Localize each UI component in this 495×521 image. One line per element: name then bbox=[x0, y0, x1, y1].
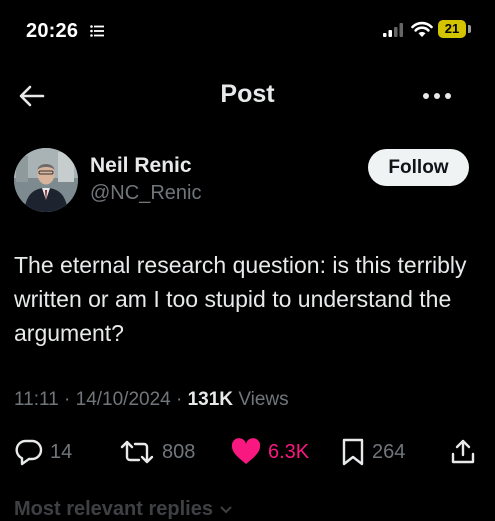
status-bar: 20:26 21 bbox=[0, 0, 495, 62]
bookmark-count: 264 bbox=[372, 440, 406, 463]
repost-icon bbox=[120, 440, 154, 464]
bookmark-button[interactable]: 264 bbox=[340, 432, 405, 472]
list-icon bbox=[90, 25, 104, 37]
avatar[interactable] bbox=[14, 148, 78, 212]
repost-button[interactable]: 808 bbox=[118, 432, 195, 472]
status-time: 20:26 bbox=[26, 20, 79, 42]
replies-sort-dropdown[interactable]: Most relevant replies bbox=[14, 498, 233, 521]
battery-icon: 21 bbox=[438, 20, 466, 38]
bookmark-icon bbox=[342, 438, 364, 466]
author-handle[interactable]: @NC_Renic bbox=[90, 182, 201, 205]
reply-count: 14 bbox=[50, 440, 73, 463]
header: Post bbox=[0, 62, 495, 128]
post-text: The eternal research question: is this t… bbox=[14, 252, 467, 346]
action-bar: 14 808 6.3K 264 bbox=[0, 432, 495, 472]
wifi-icon bbox=[411, 21, 433, 37]
follow-button[interactable]: Follow bbox=[368, 149, 469, 186]
share-icon bbox=[451, 439, 475, 464]
author-name[interactable]: Neil Renic bbox=[90, 154, 192, 178]
post-meta: 11:11 · 14/10/2024 · 131K Views bbox=[14, 389, 289, 411]
battery-cap bbox=[468, 25, 471, 33]
share-button[interactable] bbox=[448, 432, 478, 472]
like-count: 6.3K bbox=[268, 440, 310, 463]
avatar-photo bbox=[14, 148, 78, 212]
replies-sort-label: Most relevant replies bbox=[14, 498, 213, 520]
meta-separator: · bbox=[176, 389, 183, 410]
chevron-down-icon bbox=[219, 506, 232, 514]
repost-count: 808 bbox=[162, 440, 196, 463]
meta-separator: · bbox=[64, 389, 71, 410]
like-icon bbox=[231, 438, 261, 464]
reply-button[interactable]: 14 bbox=[14, 432, 72, 472]
post-date: 14/10/2024 bbox=[75, 389, 171, 410]
reply-icon bbox=[15, 439, 43, 466]
signal-icon bbox=[383, 23, 403, 37]
post-time: 11:11 bbox=[14, 389, 59, 410]
views-label[interactable]: Views bbox=[238, 389, 288, 410]
more-icon[interactable] bbox=[418, 82, 456, 110]
views-count[interactable]: 131K bbox=[188, 389, 233, 410]
like-button[interactable]: 6.3K bbox=[230, 432, 309, 472]
